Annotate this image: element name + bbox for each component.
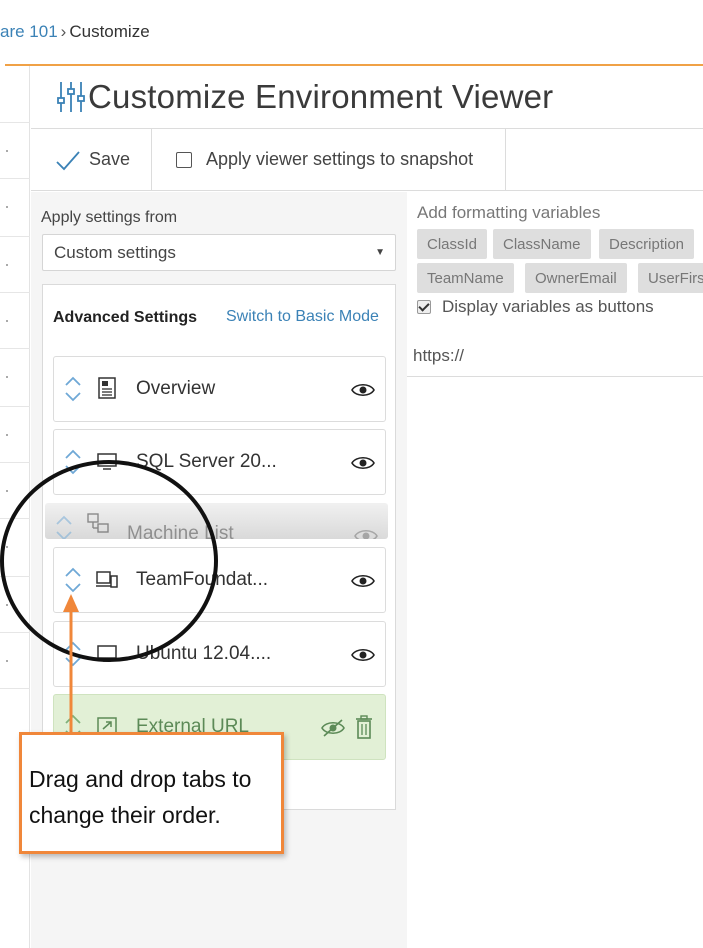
annotation-text: Drag and drop tabs to change their order…: [29, 766, 252, 828]
variable-chip[interactable]: TeamName: [417, 263, 514, 293]
eye-icon[interactable]: [351, 572, 375, 590]
variable-chip[interactable]: Description: [599, 229, 695, 259]
tab-item-teamfoundation[interactable]: TeamFoundat...: [53, 547, 386, 613]
breadcrumb-current: Customize: [69, 22, 150, 41]
eye-icon[interactable]: [351, 454, 375, 472]
formatting-variables-title: Add formatting variables: [417, 203, 601, 222]
variable-chip[interactable]: ClassId: [417, 229, 488, 259]
eye-icon[interactable]: [354, 527, 378, 539]
drag-handle-icon[interactable]: [55, 513, 73, 539]
tab-item-label: TeamFoundat...: [136, 569, 269, 590]
url-input[interactable]: https://: [407, 336, 703, 377]
checkbox-box[interactable]: [417, 300, 431, 314]
checkmark-icon: [56, 150, 80, 170]
apply-settings-select[interactable]: Custom settings ▼: [42, 234, 396, 271]
header-rule: [5, 64, 703, 66]
breadcrumb-separator: ›: [60, 22, 67, 41]
drag-handle-icon[interactable]: [64, 374, 82, 404]
apply-settings-value: Custom settings: [54, 242, 176, 262]
drag-handle-icon[interactable]: [64, 639, 82, 669]
apply-to-snapshot-checkbox[interactable]: Apply viewer settings to snapshot: [152, 129, 506, 190]
save-button[interactable]: Save: [31, 129, 152, 190]
tab-item-sql-server[interactable]: SQL Server 20...: [53, 429, 386, 495]
variable-chip[interactable]: OwnerEmail: [525, 263, 627, 293]
toolbar: Save Apply viewer settings to snapshot: [31, 129, 703, 191]
tab-item-label: Overview: [136, 378, 216, 399]
eye-icon[interactable]: [351, 646, 375, 664]
checkbox-box[interactable]: [176, 151, 192, 168]
variables-column: Add formatting variables ClassId ClassNa…: [407, 192, 703, 948]
display-as-buttons-checkbox[interactable]: Display variables as buttons: [417, 297, 654, 317]
breadcrumb: are 101 › Customize: [0, 22, 150, 42]
devices-icon: [96, 571, 118, 588]
tab-item-ubuntu[interactable]: Ubuntu 12.04....: [53, 621, 386, 687]
page-title-text: Customize Environment Viewer: [88, 78, 554, 115]
monitor-icon: [97, 645, 117, 662]
variable-chip[interactable]: ClassName: [493, 229, 591, 259]
monitor-icon: [97, 453, 117, 470]
tab-item-label: SQL Server 20...: [136, 451, 277, 472]
switch-to-basic-mode-link[interactable]: Switch to Basic Mode: [226, 308, 379, 326]
drag-handle-icon[interactable]: [64, 565, 82, 595]
trash-icon[interactable]: [355, 715, 373, 739]
eye-hidden-icon[interactable]: [321, 719, 345, 737]
apply-to-snapshot-label: Apply viewer settings to snapshot: [206, 149, 474, 169]
apply-settings-label: Apply settings from: [41, 209, 178, 226]
variable-chip[interactable]: UserFirs: [638, 263, 703, 293]
tab-item-overview[interactable]: Overview: [53, 356, 386, 422]
drag-handle-icon[interactable]: [64, 447, 82, 477]
network-icon: [87, 513, 109, 533]
display-as-buttons-label: Display variables as buttons: [442, 297, 654, 316]
breadcrumb-parent-link[interactable]: are 101: [0, 22, 58, 41]
advanced-settings-title: Advanced Settings: [53, 309, 198, 326]
annotation-callout: Drag and drop tabs to change their order…: [19, 732, 284, 854]
document-icon: [98, 377, 116, 399]
tab-item-label: Ubuntu 12.04....: [136, 643, 272, 664]
eye-icon[interactable]: [351, 381, 375, 399]
tab-item-machine-list-dragging[interactable]: Machine List: [45, 503, 388, 539]
page-title: Customize Environment Viewer: [56, 78, 553, 116]
dropdown-caret-icon: ▼: [375, 247, 385, 258]
tab-item-label: Machine List: [127, 523, 234, 539]
sliders-icon: [57, 82, 85, 112]
save-button-label: Save: [89, 149, 131, 169]
